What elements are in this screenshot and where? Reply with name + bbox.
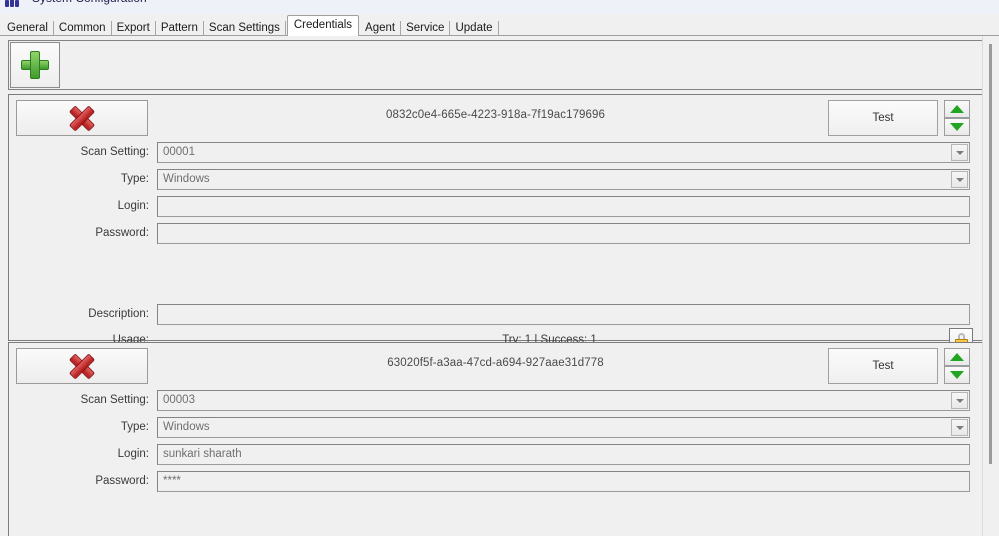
- login-row: Login:: [9, 195, 982, 222]
- vertical-scrollbar[interactable]: [982, 36, 999, 536]
- type-row: Type: Windows: [9, 416, 982, 443]
- reorder-spinner: [944, 348, 970, 384]
- login-row: Login: sunkari sharath: [9, 443, 982, 470]
- tab-agent[interactable]: Agent: [360, 20, 402, 36]
- scan-setting-row: Scan Setting: 00003: [9, 389, 982, 416]
- arrow-up-icon: [950, 105, 964, 113]
- password-input[interactable]: [157, 223, 970, 244]
- login-value: sunkari sharath: [163, 448, 242, 460]
- test-button[interactable]: Test: [828, 100, 938, 136]
- type-label: Type:: [120, 173, 149, 185]
- type-value: Windows: [163, 421, 210, 433]
- login-input[interactable]: sunkari sharath: [157, 444, 970, 465]
- tab-pattern[interactable]: Pattern: [156, 20, 204, 36]
- scan-setting-value: 00001: [163, 146, 195, 158]
- tab-service[interactable]: Service: [401, 20, 451, 36]
- tab-list: General Common Export Pattern Scan Settings C…: [2, 15, 499, 36]
- window-controls: – □ ×: [907, 0, 997, 6]
- close-button[interactable]: ×: [967, 0, 997, 6]
- credential-card: 0832c0e4-665e-4223-918a-7f19ac179696 Tes…: [8, 94, 983, 352]
- window-title: System Configuration: [32, 0, 147, 5]
- chevron-down-icon[interactable]: [951, 392, 968, 409]
- credential-card-header: 63020f5f-a3aa-47cd-a694-927aae31d778 Tes…: [9, 343, 982, 389]
- chevron-down-icon[interactable]: [951, 144, 968, 161]
- scrollbar-thumb[interactable]: [989, 44, 992, 464]
- type-label: Type:: [120, 421, 149, 433]
- application-window: System Configuration – □ × GeneralCommon…: [0, 0, 999, 536]
- tab-export[interactable]: Export: [112, 20, 157, 36]
- credential-card: 63020f5f-a3aa-47cd-a694-927aae31d778 Tes…: [8, 342, 983, 536]
- move-up-button[interactable]: [944, 100, 970, 118]
- scan-setting-select[interactable]: 00001: [157, 142, 970, 163]
- description-input[interactable]: [157, 304, 970, 325]
- tab-update[interactable]: Update: [450, 20, 499, 36]
- test-button[interactable]: Test: [828, 348, 938, 384]
- app-logo-icon: [5, 0, 23, 7]
- maximize-button[interactable]: □: [937, 0, 967, 6]
- password-row: Password: ****: [9, 470, 982, 497]
- move-up-button[interactable]: [944, 348, 970, 366]
- close-icon: ×: [979, 0, 985, 3]
- scan-setting-row: Scan Setting: 00001: [9, 141, 982, 168]
- maximize-icon: □: [949, 0, 955, 3]
- scan-setting-label: Scan Setting:: [80, 394, 149, 406]
- type-value: Windows: [163, 173, 210, 185]
- type-row: Type: Windows: [9, 168, 982, 195]
- move-down-button[interactable]: [944, 118, 970, 136]
- title-bar: System Configuration – □ ×: [0, 0, 999, 14]
- minimize-icon: –: [919, 0, 925, 3]
- tab-strip: General Common Export Pattern Scan Settings C…: [0, 14, 999, 36]
- reorder-spinner: [944, 100, 970, 136]
- type-select[interactable]: Windows: [157, 169, 970, 190]
- password-value: ****: [163, 475, 181, 487]
- arrow-up-icon: [950, 353, 964, 361]
- login-input[interactable]: [157, 196, 970, 217]
- tab-credentials[interactable]: Credentials: [286, 15, 360, 36]
- description-label: Description:: [88, 308, 149, 320]
- add-credential-button[interactable]: [10, 42, 60, 88]
- scan-setting-select[interactable]: 00003: [157, 390, 970, 411]
- chevron-down-icon[interactable]: [951, 171, 968, 188]
- login-label: Login:: [117, 200, 149, 212]
- password-label: Password:: [95, 475, 149, 487]
- login-label: Login:: [117, 448, 149, 460]
- tab-general[interactable]: General: [2, 20, 54, 36]
- tab-common[interactable]: Common: [54, 20, 112, 36]
- password-input[interactable]: ****: [157, 471, 970, 492]
- add-toolbar: [8, 40, 983, 90]
- tab-scan-settings[interactable]: Scan Settings: [204, 20, 286, 36]
- plus-icon: [21, 51, 49, 79]
- chevron-down-icon[interactable]: [951, 419, 968, 436]
- type-select[interactable]: Windows: [157, 417, 970, 438]
- move-down-button[interactable]: [944, 366, 970, 384]
- password-row: Password:: [9, 222, 982, 249]
- arrow-down-icon: [950, 371, 964, 379]
- description-row: Description:: [9, 303, 982, 330]
- scan-setting-value: 00003: [163, 394, 195, 406]
- credentials-panel: 0832c0e4-665e-4223-918a-7f19ac179696 Tes…: [0, 36, 999, 536]
- card-spacer: [9, 249, 982, 303]
- password-label: Password:: [95, 227, 149, 239]
- minimize-button[interactable]: –: [907, 0, 937, 6]
- arrow-down-icon: [950, 123, 964, 131]
- credential-card-header: 0832c0e4-665e-4223-918a-7f19ac179696 Tes…: [9, 95, 982, 141]
- scan-setting-label: Scan Setting:: [80, 146, 149, 158]
